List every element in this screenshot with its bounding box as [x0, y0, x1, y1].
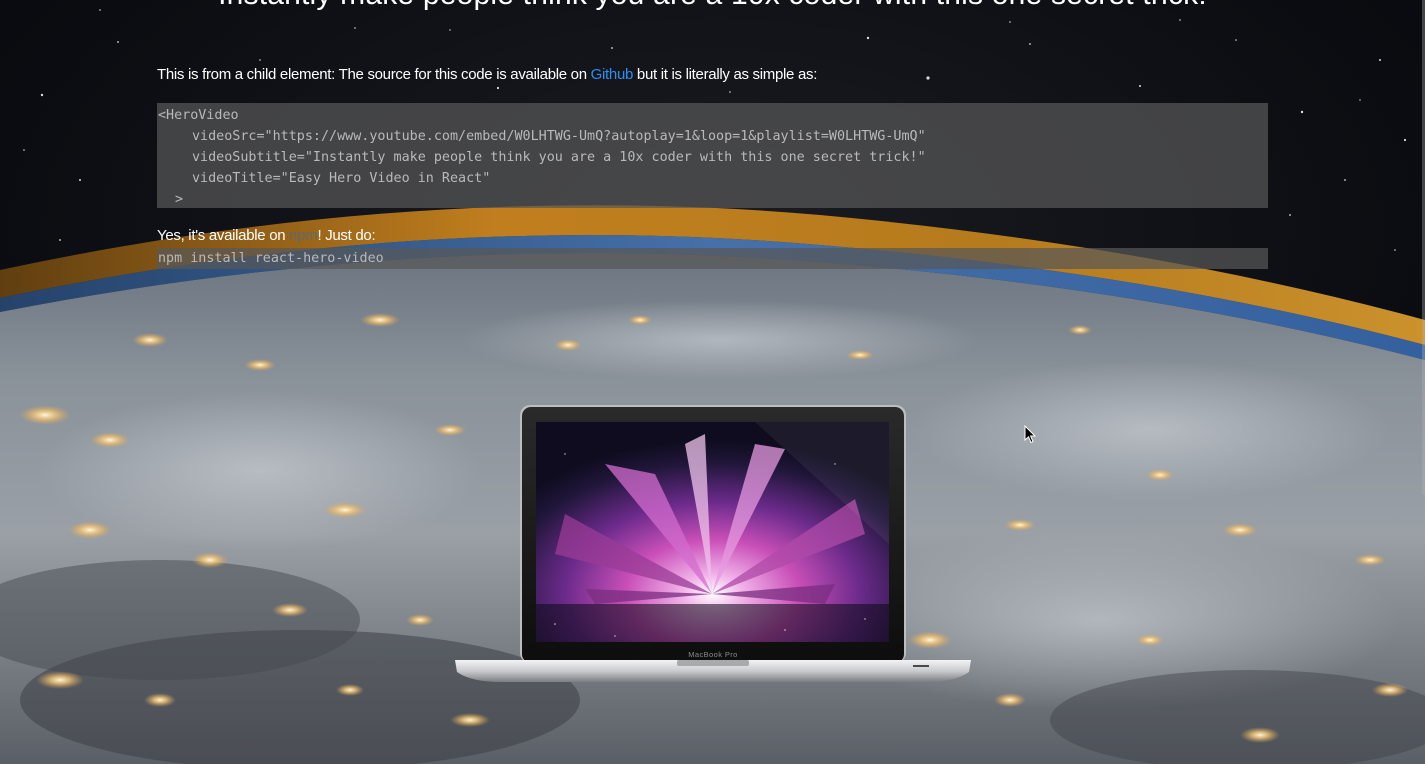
install-command: npm install react-hero-video [157, 248, 1268, 269]
mouse-cursor-icon [1024, 425, 1036, 444]
npm-text-after: ! Just do: [317, 227, 376, 244]
npm-link[interactable]: npm [289, 227, 318, 244]
intro-paragraph: This is from a child element: The source… [157, 66, 817, 83]
npm-text-before: Yes, it's available on [157, 227, 290, 244]
hero-subtitle: Instantly make people think you are a 10… [0, 0, 1425, 12]
code-line: videoSrc="https://www.youtube.com/embed/… [192, 129, 926, 144]
code-line: <HeroVideo [158, 108, 239, 123]
code-line: videoSubtitle="Instantly make people thi… [192, 150, 926, 165]
code-line: > [175, 192, 184, 207]
laptop-brand-label: MacBook Pro [688, 650, 738, 659]
code-block: <HeroVideo videoSrc="https://www.youtube.… [157, 103, 1268, 208]
intro-text-after: but it is literally as simple as: [633, 66, 818, 83]
github-link[interactable]: Github [591, 66, 634, 83]
code-line: videoTitle="Easy Hero Video in React" [192, 171, 491, 186]
npm-paragraph: Yes, it's available on npm! Just do: [157, 227, 376, 244]
laptop-image: MacBook Pro [455, 404, 971, 684]
laptop-icon [455, 405, 971, 682]
intro-text-before: This is from a child element: The source… [157, 66, 591, 83]
